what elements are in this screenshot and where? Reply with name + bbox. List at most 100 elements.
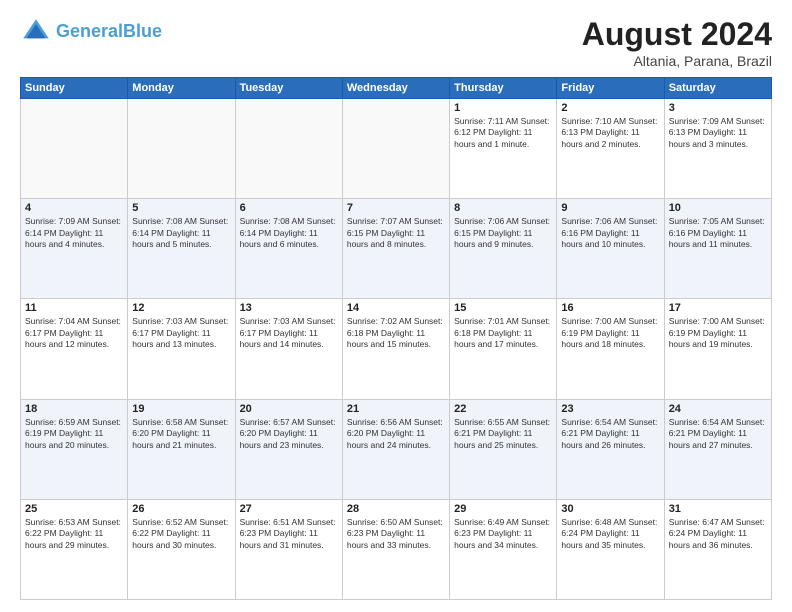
- day-info: Sunrise: 7:00 AM Sunset: 6:19 PM Dayligh…: [669, 316, 767, 350]
- col-header-wednesday: Wednesday: [342, 78, 449, 99]
- col-header-saturday: Saturday: [664, 78, 771, 99]
- calendar-cell: 12 Sunrise: 7:03 AM Sunset: 6:17 PM Dayli…: [128, 299, 235, 399]
- calendar-cell: 19Sunrise: 6:58 AM Sunset: 6:20 PM Dayli…: [128, 399, 235, 499]
- day-info: Sunrise: 7:09 AM Sunset: 6:13 PM Dayligh…: [669, 116, 767, 150]
- day-number: 29: [454, 503, 552, 515]
- day-number: 17: [669, 302, 767, 314]
- title-block: August 2024 Altania, Parana, Brazil: [582, 16, 772, 69]
- day-number: 16: [561, 302, 659, 314]
- calendar-cell: 20Sunrise: 6:57 AM Sunset: 6:20 PM Dayli…: [235, 399, 342, 499]
- day-number: 25: [25, 503, 123, 515]
- calendar-week-4: 18Sunrise: 6:59 AM Sunset: 6:19 PM Dayli…: [21, 399, 772, 499]
- calendar-cell: 28 Sunrise: 6:50 AM Sunset: 6:23 PM Dayli…: [342, 499, 449, 599]
- day-info: Sunrise: 7:03 AM Sunset: 6:17 PM Dayligh…: [132, 316, 230, 350]
- day-number: 4: [25, 202, 123, 214]
- col-header-thursday: Thursday: [450, 78, 557, 99]
- calendar-table: SundayMondayTuesdayWednesdayThursdayFrid…: [20, 77, 772, 600]
- calendar-cell: 15 Sunrise: 7:01 AM Sunset: 6:18 PM Dayli…: [450, 299, 557, 399]
- day-info: Sunrise: 7:06 AM Sunset: 6:15 PM Dayligh…: [454, 216, 552, 250]
- day-number: 30: [561, 503, 659, 515]
- day-info: Sunrise: 7:10 AM Sunset: 6:13 PM Dayligh…: [561, 116, 659, 150]
- day-info: Sunrise: 7:08 AM Sunset: 6:14 PM Dayligh…: [132, 216, 230, 250]
- logo-general: General: [56, 21, 123, 41]
- day-info: Sunrise: 6:54 AM Sunset: 6:21 PM Dayligh…: [669, 417, 767, 451]
- day-number: 8: [454, 202, 552, 214]
- day-number: 31: [669, 503, 767, 515]
- calendar-cell: 17 Sunrise: 7:00 AM Sunset: 6:19 PM Dayli…: [664, 299, 771, 399]
- page: GeneralBlue August 2024 Altania, Parana,…: [0, 0, 792, 612]
- calendar-week-1: 1 Sunrise: 7:11 AM Sunset: 6:12 PM Daylig…: [21, 99, 772, 199]
- day-info: Sunrise: 6:56 AM Sunset: 6:20 PM Dayligh…: [347, 417, 445, 451]
- day-number: 1: [454, 102, 552, 114]
- day-info: Sunrise: 6:57 AM Sunset: 6:20 PM Dayligh…: [240, 417, 338, 451]
- day-info: Sunrise: 7:08 AM Sunset: 6:14 PM Dayligh…: [240, 216, 338, 250]
- calendar-header-row: SundayMondayTuesdayWednesdayThursdayFrid…: [21, 78, 772, 99]
- day-info: Sunrise: 7:07 AM Sunset: 6:15 PM Dayligh…: [347, 216, 445, 250]
- day-number: 9: [561, 202, 659, 214]
- day-number: 5: [132, 202, 230, 214]
- day-info: Sunrise: 6:50 AM Sunset: 6:23 PM Dayligh…: [347, 517, 445, 551]
- day-info: Sunrise: 7:06 AM Sunset: 6:16 PM Dayligh…: [561, 216, 659, 250]
- day-number: 12: [132, 302, 230, 314]
- day-info: Sunrise: 6:49 AM Sunset: 6:23 PM Dayligh…: [454, 517, 552, 551]
- calendar-cell: [128, 99, 235, 199]
- calendar-cell: 4 Sunrise: 7:09 AM Sunset: 6:14 PM Daylig…: [21, 199, 128, 299]
- calendar-cell: 22 Sunrise: 6:55 AM Sunset: 6:21 PM Dayli…: [450, 399, 557, 499]
- calendar-cell: [342, 99, 449, 199]
- day-number: 2: [561, 102, 659, 114]
- day-info: Sunrise: 7:04 AM Sunset: 6:17 PM Dayligh…: [25, 316, 123, 350]
- day-number: 10: [669, 202, 767, 214]
- calendar-cell: 3Sunrise: 7:09 AM Sunset: 6:13 PM Daylig…: [664, 99, 771, 199]
- header: GeneralBlue August 2024 Altania, Parana,…: [20, 16, 772, 69]
- calendar-cell: 23 Sunrise: 6:54 AM Sunset: 6:21 PM Dayli…: [557, 399, 664, 499]
- day-info: Sunrise: 6:47 AM Sunset: 6:24 PM Dayligh…: [669, 517, 767, 551]
- day-info: Sunrise: 6:54 AM Sunset: 6:21 PM Dayligh…: [561, 417, 659, 451]
- calendar-cell: 10Sunrise: 7:05 AM Sunset: 6:16 PM Dayli…: [664, 199, 771, 299]
- day-number: 19: [132, 403, 230, 415]
- day-info: Sunrise: 7:11 AM Sunset: 6:12 PM Dayligh…: [454, 116, 552, 150]
- col-header-friday: Friday: [557, 78, 664, 99]
- day-info: Sunrise: 7:01 AM Sunset: 6:18 PM Dayligh…: [454, 316, 552, 350]
- day-number: 13: [240, 302, 338, 314]
- day-info: Sunrise: 6:48 AM Sunset: 6:24 PM Dayligh…: [561, 517, 659, 551]
- day-number: 23: [561, 403, 659, 415]
- day-info: Sunrise: 6:51 AM Sunset: 6:23 PM Dayligh…: [240, 517, 338, 551]
- day-info: Sunrise: 7:09 AM Sunset: 6:14 PM Dayligh…: [25, 216, 123, 250]
- logo: GeneralBlue: [20, 16, 162, 48]
- calendar-cell: 26Sunrise: 6:52 AM Sunset: 6:22 PM Dayli…: [128, 499, 235, 599]
- logo-text: GeneralBlue: [56, 22, 162, 42]
- day-number: 22: [454, 403, 552, 415]
- calendar-cell: 11Sunrise: 7:04 AM Sunset: 6:17 PM Dayli…: [21, 299, 128, 399]
- calendar-cell: 31 Sunrise: 6:47 AM Sunset: 6:24 PM Dayli…: [664, 499, 771, 599]
- day-info: Sunrise: 7:03 AM Sunset: 6:17 PM Dayligh…: [240, 316, 338, 350]
- calendar-cell: 6 Sunrise: 7:08 AM Sunset: 6:14 PM Daylig…: [235, 199, 342, 299]
- day-number: 26: [132, 503, 230, 515]
- day-info: Sunrise: 7:00 AM Sunset: 6:19 PM Dayligh…: [561, 316, 659, 350]
- calendar-cell: 21 Sunrise: 6:56 AM Sunset: 6:20 PM Dayli…: [342, 399, 449, 499]
- day-number: 28: [347, 503, 445, 515]
- calendar-week-2: 4 Sunrise: 7:09 AM Sunset: 6:14 PM Daylig…: [21, 199, 772, 299]
- calendar-week-3: 11Sunrise: 7:04 AM Sunset: 6:17 PM Dayli…: [21, 299, 772, 399]
- day-number: 14: [347, 302, 445, 314]
- day-number: 6: [240, 202, 338, 214]
- calendar-cell: 8 Sunrise: 7:06 AM Sunset: 6:15 PM Daylig…: [450, 199, 557, 299]
- calendar-cell: 13 Sunrise: 7:03 AM Sunset: 6:17 PM Dayli…: [235, 299, 342, 399]
- calendar-cell: [235, 99, 342, 199]
- day-number: 7: [347, 202, 445, 214]
- day-info: Sunrise: 6:55 AM Sunset: 6:21 PM Dayligh…: [454, 417, 552, 451]
- month-year: August 2024: [582, 16, 772, 53]
- calendar-cell: 5 Sunrise: 7:08 AM Sunset: 6:14 PM Daylig…: [128, 199, 235, 299]
- day-number: 15: [454, 302, 552, 314]
- calendar-week-5: 25Sunrise: 6:53 AM Sunset: 6:22 PM Dayli…: [21, 499, 772, 599]
- calendar-cell: 30 Sunrise: 6:48 AM Sunset: 6:24 PM Dayli…: [557, 499, 664, 599]
- day-number: 24: [669, 403, 767, 415]
- day-number: 21: [347, 403, 445, 415]
- calendar-cell: 24 Sunrise: 6:54 AM Sunset: 6:21 PM Dayli…: [664, 399, 771, 499]
- location: Altania, Parana, Brazil: [582, 53, 772, 69]
- day-info: Sunrise: 6:59 AM Sunset: 6:19 PM Dayligh…: [25, 417, 123, 451]
- logo-icon: [20, 16, 52, 48]
- calendar-cell: 29 Sunrise: 6:49 AM Sunset: 6:23 PM Dayli…: [450, 499, 557, 599]
- day-info: Sunrise: 7:02 AM Sunset: 6:18 PM Dayligh…: [347, 316, 445, 350]
- calendar-cell: 27 Sunrise: 6:51 AM Sunset: 6:23 PM Dayli…: [235, 499, 342, 599]
- day-number: 27: [240, 503, 338, 515]
